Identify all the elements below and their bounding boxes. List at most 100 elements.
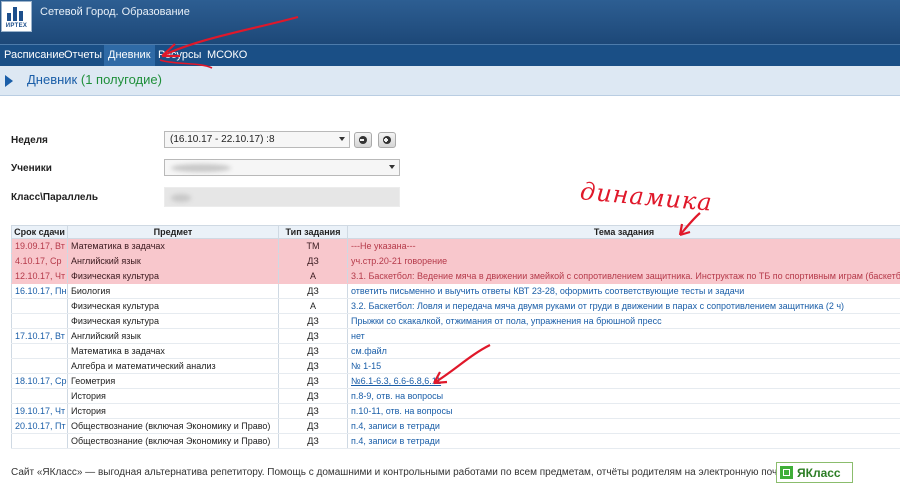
row-date: 12.10.17, Чт xyxy=(11,268,68,284)
row-subject: Английский язык xyxy=(67,328,279,344)
diary-table-body: 19.09.17, Вт Математика в задачах ТМ ---Не … xyxy=(11,238,900,449)
page-title-text: Дневник xyxy=(27,72,78,87)
prev-week-button[interactable] xyxy=(354,132,372,148)
redacted-student-name xyxy=(171,164,231,172)
row-task-theme[interactable]: ---Не указана--- xyxy=(347,238,900,254)
yaklass-button[interactable]: ЯКласс xyxy=(776,462,853,483)
row-date xyxy=(11,358,68,374)
row-task-type: ДЗ xyxy=(278,283,348,299)
row-task-theme: №6.1-6.3, 6.6-6.8,6.11 xyxy=(347,373,900,389)
yaklass-promo-text: Сайт «ЯКласс» — выгодная альтернатива ре… xyxy=(11,467,789,478)
top-bar: ИРТЕХ Сетевой Город. Образование xyxy=(0,0,900,44)
page-title: Дневник (1 полугодие) xyxy=(27,72,162,87)
row-task-type: ДЗ xyxy=(278,373,348,389)
row-task-theme[interactable]: № 1-15 xyxy=(347,358,900,374)
row-task-theme[interactable]: п.10-11, отв. на вопросы xyxy=(347,403,900,419)
row-subject: Физическая культура xyxy=(67,313,279,329)
semester-label: (1 полугодие) xyxy=(80,72,162,87)
table-row: История ДЗ п.8-9, отв. на вопросы xyxy=(11,388,900,404)
table-row: 17.10.17, Вт Английский язык ДЗ нет xyxy=(11,328,900,344)
yaklass-button-label: ЯКласс xyxy=(797,466,841,480)
row-subject: Математика в задачах xyxy=(67,343,279,359)
row-task-theme[interactable]: п.4, записи в тетради xyxy=(347,433,900,449)
col-header-date[interactable]: Срок сдачи xyxy=(11,225,68,239)
row-subject: Физическая культура xyxy=(67,298,279,314)
row-date xyxy=(11,343,68,359)
row-date: 4.10.17, Ср xyxy=(11,253,68,269)
row-date xyxy=(11,313,68,329)
col-header-type[interactable]: Тип задания xyxy=(278,225,348,239)
week-label: Неделя xyxy=(11,135,48,146)
row-task-type: ДЗ xyxy=(278,328,348,344)
students-select[interactable] xyxy=(164,159,400,176)
task-theme-link[interactable]: №6.1-6.3, 6.6-6.8,6.11 xyxy=(351,376,441,386)
row-task-type: ДЗ xyxy=(278,433,348,449)
row-task-theme[interactable]: нет xyxy=(347,328,900,344)
row-date: 18.10.17, Ср xyxy=(11,373,68,389)
row-subject: Физическая культура xyxy=(67,268,279,284)
students-label: Ученики xyxy=(11,163,52,174)
row-task-type: ДЗ xyxy=(278,358,348,374)
row-task-type: А xyxy=(278,268,348,284)
nav-item-reports[interactable]: Отчеты xyxy=(60,45,106,66)
row-subject: История xyxy=(67,403,279,419)
row-date: 17.10.17, Вт xyxy=(11,328,68,344)
class-value xyxy=(164,187,400,207)
dropdown-caret-icon xyxy=(389,165,395,169)
row-task-type: ДЗ xyxy=(278,403,348,419)
page-header: Дневник (1 полугодие) xyxy=(0,66,900,96)
diary-table: Срок сдачи Предмет Тип задания Тема зада… xyxy=(11,225,900,449)
row-date xyxy=(11,433,68,449)
col-header-theme[interactable]: Тема задания xyxy=(347,225,900,239)
row-task-theme[interactable]: п.4, записи в тетради xyxy=(347,418,900,434)
row-subject: История xyxy=(67,388,279,404)
row-subject: Обществознание (включая Экономику и Прав… xyxy=(67,433,279,449)
table-row: 20.10.17, Пт Обществознание (включая Экон… xyxy=(11,418,900,434)
row-task-type: ДЗ xyxy=(278,343,348,359)
collapse-arrow-icon[interactable] xyxy=(5,75,13,87)
table-row: 19.10.17, Чт История ДЗ п.10-11, отв. на во… xyxy=(11,403,900,419)
nav-item-resources[interactable]: Ресурсы xyxy=(154,45,205,66)
yaklass-logo-icon xyxy=(780,466,793,479)
table-row: Алгебра и математический анализ ДЗ № 1-15 xyxy=(11,358,900,374)
row-task-type: ДЗ xyxy=(278,313,348,329)
row-date xyxy=(11,298,68,314)
row-subject: Математика в задачах xyxy=(67,238,279,254)
row-date: 20.10.17, Пт xyxy=(11,418,68,434)
table-row: Математика в задачах ДЗ см.файл xyxy=(11,343,900,359)
week-select[interactable]: (16.10.17 - 22.10.17) :8 xyxy=(164,131,350,148)
week-select-value: (16.10.17 - 22.10.17) :8 xyxy=(170,134,275,145)
irtech-logo-icon[interactable]: ИРТЕХ xyxy=(1,1,32,32)
row-task-theme[interactable]: Прыжки со скакалкой, отжимания от пола, … xyxy=(347,313,900,329)
row-date: 16.10.17, Пн xyxy=(11,283,68,299)
row-date: 19.09.17, Вт xyxy=(11,238,68,254)
row-task-theme[interactable]: см.файл xyxy=(347,343,900,359)
table-row: 18.10.17, Ср Геометрия ДЗ №6.1-6.3, 6.6-6.8… xyxy=(11,373,900,389)
logo-text: ИРТЕХ xyxy=(5,23,28,29)
row-task-theme[interactable]: ответить письменно и выучить ответы КВТ … xyxy=(347,283,900,299)
row-subject: Алгебра и математический анализ xyxy=(67,358,279,374)
nav-item-msoko[interactable]: МСОКО xyxy=(203,45,251,66)
row-task-type: А xyxy=(278,298,348,314)
table-row: Физическая культура ДЗ Прыжки со скакалкой… xyxy=(11,313,900,329)
row-task-type: ДЗ xyxy=(278,388,348,404)
row-task-theme[interactable]: 3.1. Баскетбол: Ведение мяча в движении … xyxy=(347,268,900,284)
row-subject: Геометрия xyxy=(67,373,279,389)
row-subject: Биология xyxy=(67,283,279,299)
next-week-button[interactable] xyxy=(378,132,396,148)
class-label: Класс\Параллель xyxy=(11,192,98,203)
col-header-subject[interactable]: Предмет xyxy=(67,225,279,239)
row-task-theme[interactable]: 3.2. Баскетбол: Ловля и передача мяча дв… xyxy=(347,298,900,314)
table-row: 16.10.17, Пн Биология ДЗ ответить письменно… xyxy=(11,283,900,299)
row-date xyxy=(11,388,68,404)
row-task-theme[interactable]: уч.стр.20-21 говорение xyxy=(347,253,900,269)
row-task-theme[interactable]: п.8-9, отв. на вопросы xyxy=(347,388,900,404)
nav-item-schedule[interactable]: Расписание xyxy=(0,45,69,66)
dropdown-caret-icon xyxy=(339,137,345,141)
row-subject: Обществознание (включая Экономику и Прав… xyxy=(67,418,279,434)
handwritten-annotation: динамика xyxy=(579,177,714,217)
table-row: 12.10.17, Чт Физическая культура А 3.1. Бас… xyxy=(11,268,900,284)
row-subject: Английский язык xyxy=(67,253,279,269)
row-task-type: ТМ xyxy=(278,238,348,254)
nav-item-diary[interactable]: Дневник xyxy=(104,45,155,66)
